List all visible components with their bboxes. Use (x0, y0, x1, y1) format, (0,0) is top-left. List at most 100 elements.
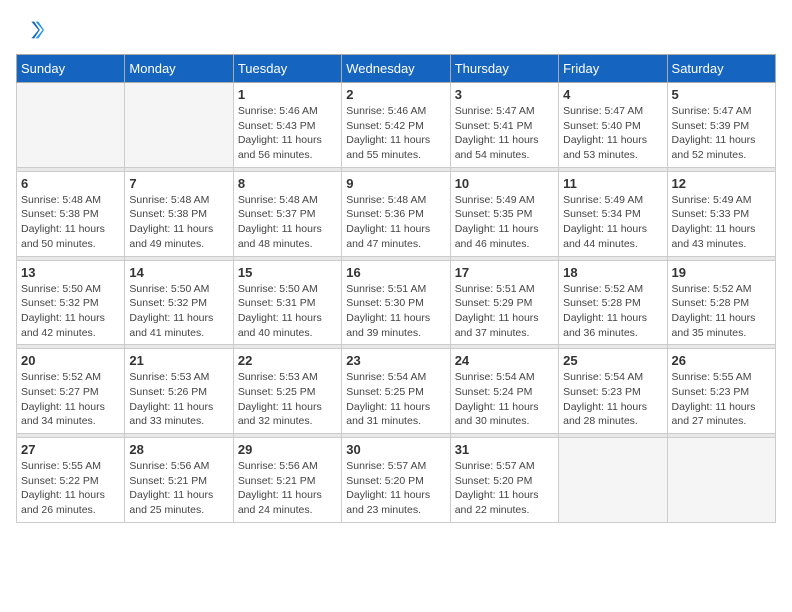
day-number: 14 (129, 265, 228, 280)
calendar-week-row: 20 Sunrise: 5:52 AM Sunset: 5:27 PM Dayli… (17, 349, 776, 434)
calendar-day-header: Monday (125, 55, 233, 83)
day-number: 1 (238, 87, 337, 102)
day-number: 13 (21, 265, 120, 280)
calendar-cell: 13Sunrise: 5:50 AM Sunset: 5:32 PM Dayli… (17, 260, 125, 345)
day-number: 19 (672, 265, 771, 280)
calendar-cell: 27 Sunrise: 5:55 AM Sunset: 5:22 PM Dayli… (17, 438, 125, 523)
calendar-cell: 28 Sunrise: 5:56 AM Sunset: 5:21 PM Dayli… (125, 438, 233, 523)
day-number: 29 (238, 442, 337, 457)
calendar-cell: 31 Sunrise: 5:57 AM Sunset: 5:20 PM Dayli… (450, 438, 558, 523)
day-info: Sunrise: 5:50 AM Sunset: 5:32 PM Dayligh… (129, 282, 228, 341)
calendar-cell: 21Sunrise: 5:53 AM Sunset: 5:26 PM Dayli… (125, 349, 233, 434)
calendar-cell: 24 Sunrise: 5:54 AM Sunset: 5:24 PM Dayli… (450, 349, 558, 434)
calendar-cell: 5 Sunrise: 5:47 AM Sunset: 5:39 PM Daylig… (667, 83, 775, 168)
day-info: Sunrise: 5:47 AM Sunset: 5:40 PM Dayligh… (563, 104, 662, 163)
calendar-cell: 26Sunrise: 5:55 AM Sunset: 5:23 PM Dayli… (667, 349, 775, 434)
day-number: 4 (563, 87, 662, 102)
calendar-cell: 22 Sunrise: 5:53 AM Sunset: 5:25 PM Dayli… (233, 349, 341, 434)
day-info: Sunrise: 5:47 AM Sunset: 5:39 PM Dayligh… (672, 104, 771, 163)
calendar-cell: 30Sunrise: 5:57 AM Sunset: 5:20 PM Dayli… (342, 438, 450, 523)
calendar-week-row: 6 Sunrise: 5:48 AM Sunset: 5:38 PM Daylig… (17, 171, 776, 256)
calendar-cell: 25 Sunrise: 5:54 AM Sunset: 5:23 PM Dayli… (559, 349, 667, 434)
day-number: 25 (563, 353, 662, 368)
calendar-cell: 14 Sunrise: 5:50 AM Sunset: 5:32 PM Dayli… (125, 260, 233, 345)
day-info: Sunrise: 5:52 AM Sunset: 5:27 PM Dayligh… (21, 370, 120, 429)
calendar-cell: 17 Sunrise: 5:51 AM Sunset: 5:29 PM Dayli… (450, 260, 558, 345)
calendar-day-header: Sunday (17, 55, 125, 83)
calendar-cell (667, 438, 775, 523)
calendar-cell: 1 Sunrise: 5:46 AM Sunset: 5:43 PM Daylig… (233, 83, 341, 168)
day-info: Sunrise: 5:56 AM Sunset: 5:21 PM Dayligh… (129, 459, 228, 518)
day-number: 22 (238, 353, 337, 368)
calendar-cell: 19 Sunrise: 5:52 AM Sunset: 5:28 PM Dayli… (667, 260, 775, 345)
day-number: 16 (346, 265, 445, 280)
calendar-week-row: 1 Sunrise: 5:46 AM Sunset: 5:43 PM Daylig… (17, 83, 776, 168)
day-number: 27 (21, 442, 120, 457)
day-info: Sunrise: 5:51 AM Sunset: 5:29 PM Dayligh… (455, 282, 554, 341)
day-number: 31 (455, 442, 554, 457)
calendar-cell: 3 Sunrise: 5:47 AM Sunset: 5:41 PM Daylig… (450, 83, 558, 168)
day-number: 15 (238, 265, 337, 280)
day-info: Sunrise: 5:52 AM Sunset: 5:28 PM Dayligh… (672, 282, 771, 341)
calendar-cell: 2 Sunrise: 5:46 AM Sunset: 5:42 PM Daylig… (342, 83, 450, 168)
calendar-cell: 8Sunrise: 5:48 AM Sunset: 5:37 PM Daylig… (233, 171, 341, 256)
day-info: Sunrise: 5:49 AM Sunset: 5:34 PM Dayligh… (563, 193, 662, 252)
calendar-day-header: Saturday (667, 55, 775, 83)
day-number: 26 (672, 353, 771, 368)
calendar-day-header: Wednesday (342, 55, 450, 83)
day-number: 11 (563, 176, 662, 191)
day-number: 23 (346, 353, 445, 368)
day-number: 2 (346, 87, 445, 102)
day-info: Sunrise: 5:53 AM Sunset: 5:25 PM Dayligh… (238, 370, 337, 429)
calendar-cell: 20 Sunrise: 5:52 AM Sunset: 5:27 PM Dayli… (17, 349, 125, 434)
calendar-table: SundayMondayTuesdayWednesdayThursdayFrid… (16, 54, 776, 523)
day-info: Sunrise: 5:48 AM Sunset: 5:37 PM Dayligh… (238, 193, 337, 252)
day-info: Sunrise: 5:53 AM Sunset: 5:26 PM Dayligh… (129, 370, 228, 429)
day-info: Sunrise: 5:49 AM Sunset: 5:33 PM Dayligh… (672, 193, 771, 252)
day-info: Sunrise: 5:48 AM Sunset: 5:38 PM Dayligh… (21, 193, 120, 252)
day-info: Sunrise: 5:54 AM Sunset: 5:23 PM Dayligh… (563, 370, 662, 429)
calendar-cell: 6 Sunrise: 5:48 AM Sunset: 5:38 PM Daylig… (17, 171, 125, 256)
page-header (16, 16, 776, 44)
day-number: 9 (346, 176, 445, 191)
day-number: 28 (129, 442, 228, 457)
logo (16, 16, 48, 44)
calendar-cell: 9 Sunrise: 5:48 AM Sunset: 5:36 PM Daylig… (342, 171, 450, 256)
day-info: Sunrise: 5:48 AM Sunset: 5:36 PM Dayligh… (346, 193, 445, 252)
day-number: 7 (129, 176, 228, 191)
calendar-day-header: Friday (559, 55, 667, 83)
day-number: 3 (455, 87, 554, 102)
day-number: 18 (563, 265, 662, 280)
calendar-cell: 11 Sunrise: 5:49 AM Sunset: 5:34 PM Dayli… (559, 171, 667, 256)
day-info: Sunrise: 5:49 AM Sunset: 5:35 PM Dayligh… (455, 193, 554, 252)
day-info: Sunrise: 5:46 AM Sunset: 5:42 PM Dayligh… (346, 104, 445, 163)
logo-icon (16, 16, 44, 44)
calendar-cell: 23 Sunrise: 5:54 AM Sunset: 5:25 PM Dayli… (342, 349, 450, 434)
day-number: 20 (21, 353, 120, 368)
calendar-cell (125, 83, 233, 168)
day-number: 5 (672, 87, 771, 102)
day-info: Sunrise: 5:48 AM Sunset: 5:38 PM Dayligh… (129, 193, 228, 252)
day-info: Sunrise: 5:57 AM Sunset: 5:20 PM Dayligh… (455, 459, 554, 518)
calendar-cell: 10 Sunrise: 5:49 AM Sunset: 5:35 PM Dayli… (450, 171, 558, 256)
day-info: Sunrise: 5:57 AM Sunset: 5:20 PM Dayligh… (346, 459, 445, 518)
day-info: Sunrise: 5:47 AM Sunset: 5:41 PM Dayligh… (455, 104, 554, 163)
day-number: 17 (455, 265, 554, 280)
day-info: Sunrise: 5:55 AM Sunset: 5:22 PM Dayligh… (21, 459, 120, 518)
day-number: 10 (455, 176, 554, 191)
calendar-cell: 4 Sunrise: 5:47 AM Sunset: 5:40 PM Daylig… (559, 83, 667, 168)
day-info: Sunrise: 5:46 AM Sunset: 5:43 PM Dayligh… (238, 104, 337, 163)
calendar-header-row: SundayMondayTuesdayWednesdayThursdayFrid… (17, 55, 776, 83)
calendar-cell: 29 Sunrise: 5:56 AM Sunset: 5:21 PM Dayli… (233, 438, 341, 523)
day-number: 6 (21, 176, 120, 191)
day-info: Sunrise: 5:51 AM Sunset: 5:30 PM Dayligh… (346, 282, 445, 341)
day-number: 12 (672, 176, 771, 191)
day-info: Sunrise: 5:54 AM Sunset: 5:25 PM Dayligh… (346, 370, 445, 429)
day-number: 24 (455, 353, 554, 368)
calendar-cell: 18Sunrise: 5:52 AM Sunset: 5:28 PM Dayli… (559, 260, 667, 345)
calendar-week-row: 27 Sunrise: 5:55 AM Sunset: 5:22 PM Dayli… (17, 438, 776, 523)
day-info: Sunrise: 5:56 AM Sunset: 5:21 PM Dayligh… (238, 459, 337, 518)
day-info: Sunrise: 5:54 AM Sunset: 5:24 PM Dayligh… (455, 370, 554, 429)
calendar-day-header: Thursday (450, 55, 558, 83)
calendar-cell: 16 Sunrise: 5:51 AM Sunset: 5:30 PM Dayli… (342, 260, 450, 345)
